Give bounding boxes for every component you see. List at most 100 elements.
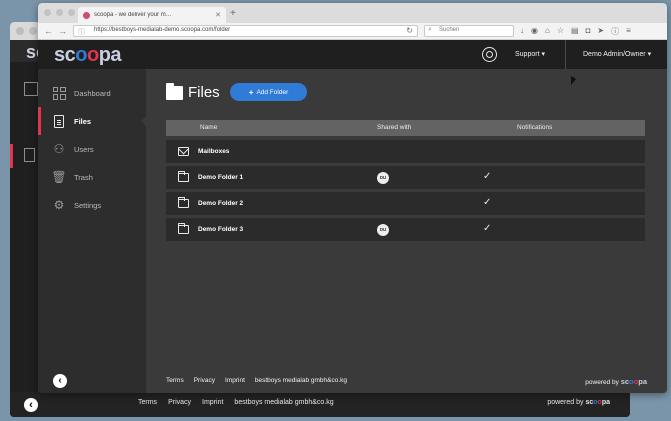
sidebar: Dashboard Files ⚇ Users 🗑 Trash ⚙ Settin… bbox=[38, 69, 147, 393]
table-row[interactable]: Demo Folder 2 ✓ bbox=[166, 192, 645, 215]
favicon-icon bbox=[83, 11, 90, 19]
background-file-icon bbox=[24, 148, 35, 162]
column-header-name[interactable]: Name bbox=[200, 124, 217, 131]
background-sidebar bbox=[10, 62, 38, 417]
sidebar-item-dashboard[interactable]: Dashboard bbox=[38, 79, 146, 107]
home-icon[interactable]: ⌂ bbox=[545, 26, 550, 37]
checkmark-icon[interactable]: ✓ bbox=[483, 197, 491, 208]
checkmark-icon[interactable]: ✓ bbox=[483, 223, 491, 234]
site-info-icon[interactable]: ⓘ bbox=[78, 27, 85, 37]
powered-by: powered by scoopa bbox=[585, 377, 647, 386]
close-window-button[interactable] bbox=[44, 9, 51, 16]
page-title: Files bbox=[188, 84, 220, 101]
pocket-icon[interactable]: ◘ bbox=[586, 26, 591, 37]
info-icon[interactable]: ⓘ bbox=[611, 26, 619, 37]
search-icon: ⌕ bbox=[428, 26, 432, 33]
window-controls bbox=[44, 9, 75, 16]
library-icon[interactable]: ▤ bbox=[571, 26, 579, 37]
table-row[interactable]: Demo Folder 3 DU ✓ bbox=[166, 218, 645, 241]
folder-icon bbox=[166, 83, 183, 100]
footer-company: bestboys medialab gmbh&co.kg bbox=[254, 377, 348, 384]
menu-icon[interactable]: ≡ bbox=[626, 26, 631, 37]
new-tab-button[interactable]: + bbox=[230, 8, 236, 19]
background-active-indicator bbox=[10, 144, 13, 168]
files-table: Name Shared with Notifications Mailboxes… bbox=[166, 120, 645, 241]
footer-links: Terms Privacy Imprint bestboys medialab … bbox=[166, 377, 347, 384]
browser-tab[interactable]: scoopa - we deliver your m… ✕ bbox=[78, 7, 226, 23]
collapse-sidebar-button[interactable]: ‹ bbox=[53, 374, 67, 388]
tab-bar: scoopa - we deliver your m… ✕ + bbox=[38, 3, 667, 23]
avatar: DU bbox=[377, 172, 389, 184]
row-name: Demo Folder 3 bbox=[198, 226, 244, 233]
powered-by-logo[interactable]: scoopa bbox=[621, 377, 647, 386]
download-icon[interactable]: ↓ bbox=[520, 26, 524, 37]
sidebar-item-label: Files bbox=[74, 116, 92, 126]
folder-icon bbox=[178, 171, 189, 182]
table-row[interactable]: Demo Folder 1 DU ✓ bbox=[166, 166, 645, 189]
gear-icon: ⚙ bbox=[53, 198, 65, 212]
scoopa-logo[interactable]: scoopa bbox=[54, 44, 122, 67]
support-menu[interactable]: Support ▾ bbox=[515, 50, 545, 58]
table-header: Name Shared with Notifications bbox=[166, 120, 645, 136]
sidebar-item-label: Trash bbox=[74, 172, 93, 182]
app-header: scoopa Support ▾ Demo Admin/Owner ▾ bbox=[38, 40, 667, 69]
trash-icon: 🗑 bbox=[51, 170, 67, 184]
row-name: Demo Folder 2 bbox=[198, 200, 244, 207]
sidebar-item-label: Settings bbox=[74, 200, 102, 210]
background-footer-link[interactable]: Imprint bbox=[202, 399, 223, 406]
folder-icon bbox=[178, 197, 189, 208]
plus-icon: + bbox=[248, 87, 254, 97]
sidebar-item-files[interactable]: Files bbox=[38, 107, 147, 135]
sidebar-item-settings[interactable]: ⚙ Settings bbox=[38, 191, 146, 219]
table-row[interactable]: Mailboxes bbox=[166, 140, 645, 163]
main-content: Files + Add Folder Name Shared with Noti… bbox=[146, 69, 667, 393]
search-field[interactable]: ⌕ Suchen bbox=[424, 25, 514, 37]
bookmark-star-icon[interactable]: ☆ bbox=[557, 26, 564, 37]
column-header-notifications: Notifications bbox=[517, 124, 553, 131]
avatar: DU bbox=[377, 224, 389, 236]
background-footer-link[interactable]: Privacy bbox=[168, 399, 191, 406]
minimize-window-button[interactable] bbox=[56, 9, 63, 16]
forward-icon[interactable]: → bbox=[58, 26, 67, 36]
back-icon[interactable]: ← bbox=[44, 26, 53, 36]
maximize-window-button[interactable] bbox=[68, 9, 75, 16]
background-back-icon[interactable]: ‹ bbox=[24, 398, 38, 412]
background-footer-links: Terms Privacy Imprint bestboys medialab … bbox=[138, 399, 334, 406]
footer-link-imprint[interactable]: Imprint bbox=[225, 377, 245, 384]
user-menu[interactable]: Demo Admin/Owner ▾ bbox=[583, 50, 651, 58]
mouse-cursor-icon bbox=[571, 76, 576, 85]
close-tab-icon[interactable]: ✕ bbox=[215, 11, 221, 19]
reload-icon[interactable]: ↻ bbox=[406, 26, 413, 35]
header-search-icon[interactable] bbox=[482, 47, 497, 62]
add-folder-label: Add Folder bbox=[256, 88, 289, 96]
tab-title: scoopa - we deliver your m… bbox=[94, 12, 172, 18]
extension-icon[interactable]: ◉ bbox=[531, 26, 538, 37]
send-icon[interactable]: ➤ bbox=[597, 26, 604, 37]
sidebar-item-trash[interactable]: 🗑 Trash bbox=[38, 163, 146, 191]
app-root: scoopa Support ▾ Demo Admin/Owner ▾ Dash… bbox=[38, 40, 667, 393]
row-name: Mailboxes bbox=[198, 148, 230, 155]
column-header-shared: Shared with bbox=[377, 124, 412, 131]
browser-window: scoopa - we deliver your m… ✕ + ← → ⓘ ht… bbox=[38, 3, 667, 393]
active-indicator bbox=[38, 107, 41, 135]
sidebar-item-users[interactable]: ⚇ Users bbox=[38, 135, 146, 163]
footer: Terms Privacy Imprint bestboys medialab … bbox=[146, 369, 667, 393]
url-bar[interactable]: ⓘ https://bestboys-medialab-demo.scoopa.… bbox=[73, 25, 418, 37]
background-powered-by: powered by scoopa bbox=[547, 399, 610, 406]
url-text: https://bestboys-medialab-demo.scoopa.co… bbox=[94, 27, 231, 33]
add-folder-button[interactable]: + Add Folder bbox=[230, 83, 307, 101]
users-icon: ⚇ bbox=[53, 142, 65, 156]
browser-toolbar: ↓ ◉ ⌂ ☆ ▤ ◘ ➤ ⓘ ≡ bbox=[520, 26, 631, 37]
footer-link-terms[interactable]: Terms bbox=[166, 377, 184, 384]
navigation-bar: ← → ⓘ https://bestboys-medialab-demo.sco… bbox=[38, 23, 667, 40]
header-divider bbox=[565, 40, 566, 69]
folder-icon bbox=[178, 223, 189, 234]
sidebar-item-label: Users bbox=[74, 144, 94, 154]
row-name: Demo Folder 1 bbox=[198, 174, 244, 181]
footer-link-privacy[interactable]: Privacy bbox=[194, 377, 215, 384]
sidebar-item-label: Dashboard bbox=[74, 88, 111, 98]
checkmark-icon[interactable]: ✓ bbox=[483, 171, 491, 182]
background-footer-company: bestboys medialab gmbh&co.kg bbox=[234, 399, 334, 406]
dashboard-icon bbox=[52, 86, 66, 100]
background-footer-link[interactable]: Terms bbox=[138, 399, 157, 406]
